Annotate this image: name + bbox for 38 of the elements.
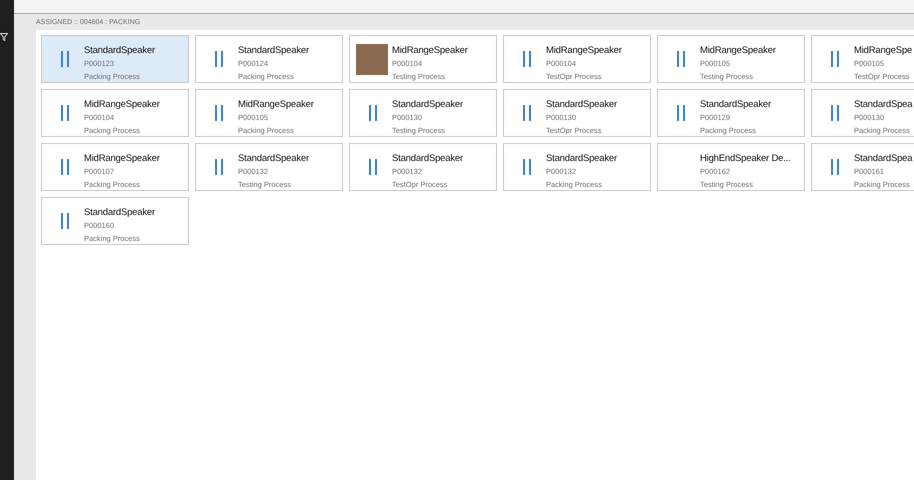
pause-icon <box>60 213 68 229</box>
pause-icon <box>522 105 530 121</box>
card-title: StandardSpeaker <box>84 206 155 220</box>
card-title: MidRangeSpeaker <box>84 98 160 112</box>
pause-icon <box>214 51 222 67</box>
pause-icon <box>60 51 68 67</box>
card-title: StandardSpeaker <box>238 44 309 58</box>
pause-icon <box>60 159 68 175</box>
card-title: StandardSpeaker <box>546 152 617 166</box>
pause-icon <box>676 105 684 121</box>
photo-placeholder <box>356 44 388 74</box>
pause-icon <box>522 159 530 175</box>
card-title: StandardSpeaker <box>546 98 617 112</box>
pause-icon <box>830 159 838 175</box>
pause-icon <box>368 105 376 121</box>
pause-icon <box>214 105 222 121</box>
card-title: StandardSpea <box>854 98 912 112</box>
card-title: MidRangeSpeaker <box>84 152 160 166</box>
filter-icon[interactable] <box>0 33 8 41</box>
card-title: MidRangeSpeaker <box>546 44 622 58</box>
card-title: MidRangeSpeaker <box>238 98 314 112</box>
card-title: MidRangeSpeaker <box>700 44 776 58</box>
card-title: StandardSpeaker <box>238 152 309 166</box>
card-title: HighEndSpeaker De... <box>700 152 791 166</box>
card-title: StandardSpeaker <box>84 44 155 58</box>
pause-icon <box>830 51 838 67</box>
pause-icon <box>830 105 838 121</box>
pause-icon <box>60 105 68 121</box>
card-title: MidRangeSpeaker <box>392 44 468 58</box>
card-title: StandardSpeaker <box>700 98 771 112</box>
pause-icon <box>676 51 684 67</box>
pause-icon <box>522 51 530 67</box>
card-title: StandardSpea <box>854 152 912 166</box>
pause-icon <box>214 159 222 175</box>
pause-icon <box>368 159 376 175</box>
card-title: StandardSpeaker <box>392 152 463 166</box>
card-title: MidRangeSpe <box>854 44 912 58</box>
card-title: StandardSpeaker <box>392 98 463 112</box>
